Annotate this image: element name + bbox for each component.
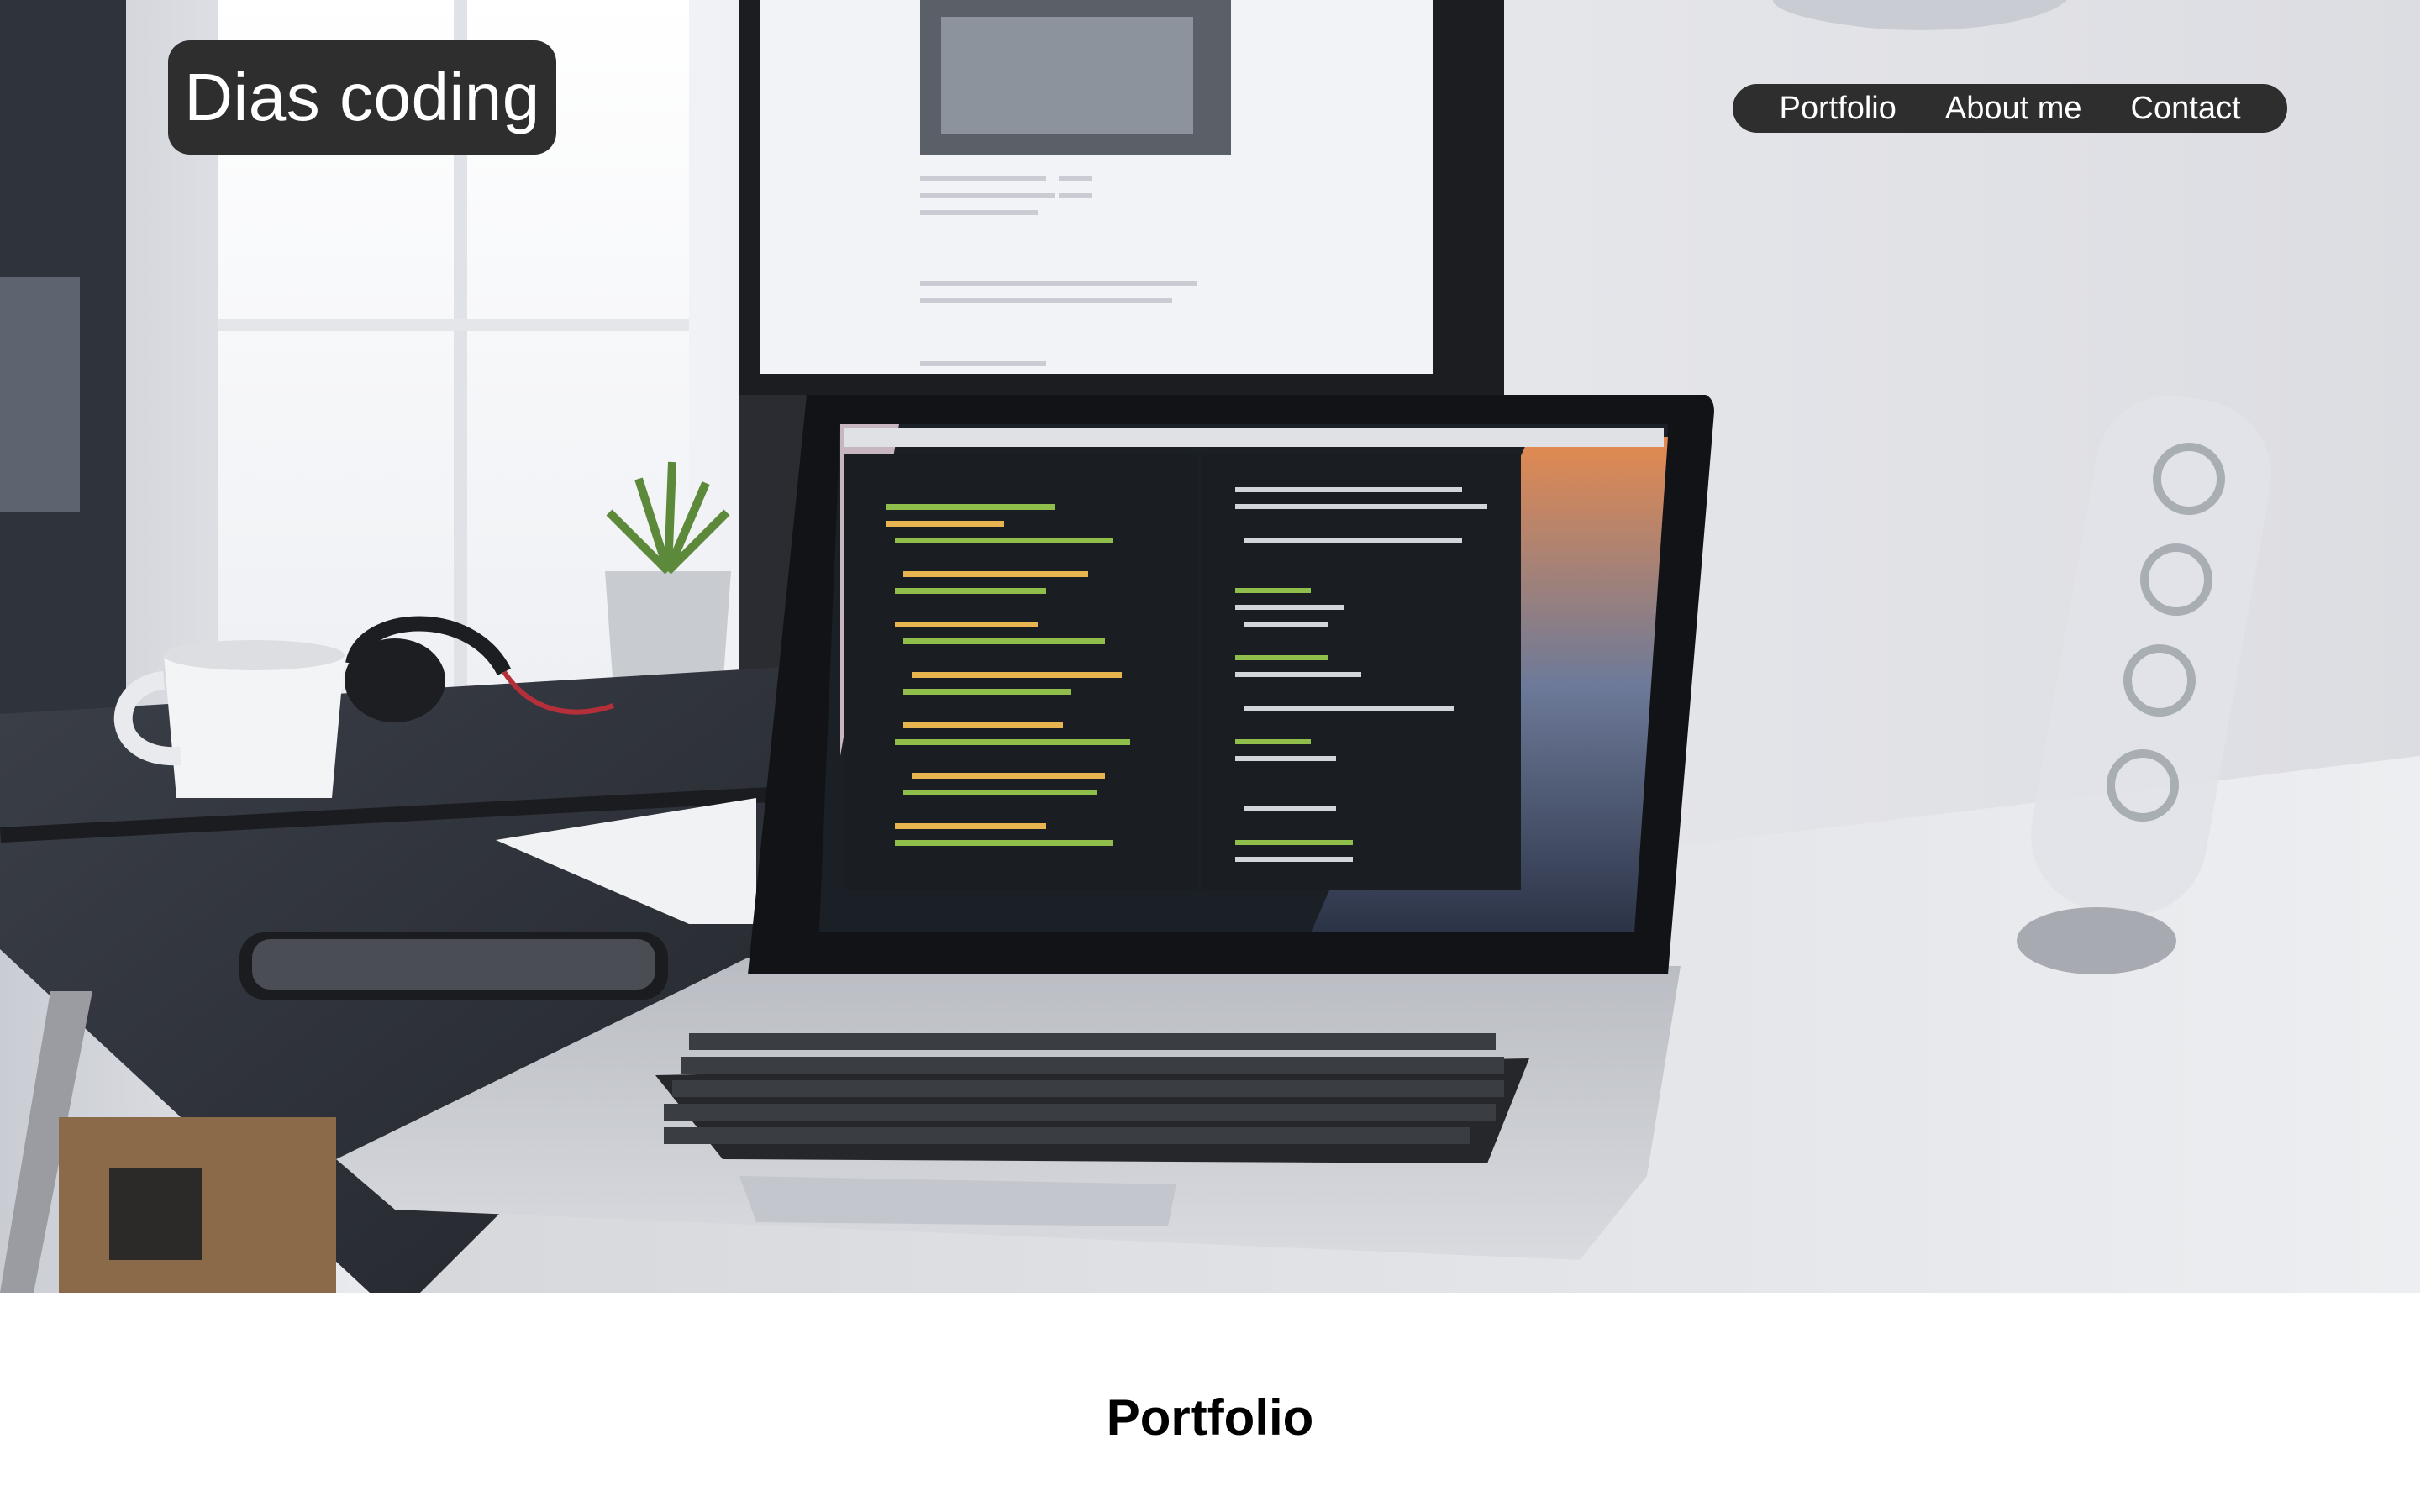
nav-link-contact[interactable]: Contact — [2131, 84, 2241, 133]
portfolio-section-heading: Portfolio — [1106, 1389, 1314, 1446]
nav-link-about-me[interactable]: About me — [1945, 84, 2082, 133]
hero-photo — [0, 0, 2420, 1293]
hero-image — [0, 0, 2420, 1293]
main-navigation: Portfolio About me Contact — [1733, 84, 2287, 133]
page: Dias coding Portfolio About me Contact P… — [0, 0, 2420, 1512]
site-logo-link[interactable]: Dias coding — [168, 40, 556, 155]
nav-link-portfolio[interactable]: Portfolio — [1779, 84, 1896, 133]
